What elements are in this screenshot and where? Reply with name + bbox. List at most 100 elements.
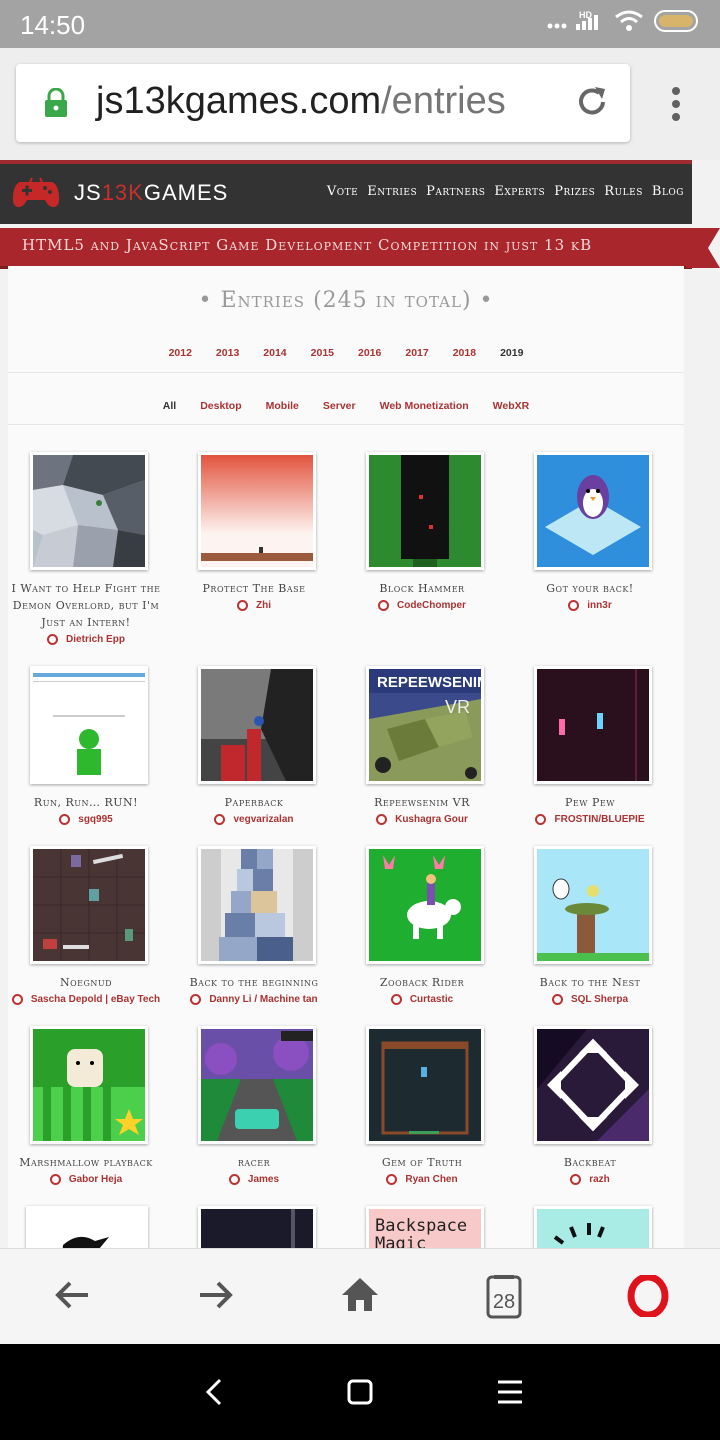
entry-author[interactable]: Curtastic <box>338 994 506 1005</box>
battery-icon <box>654 9 700 38</box>
author-circle-icon <box>11 994 23 1005</box>
home-icon[interactable] <box>340 1275 380 1320</box>
entry-thumbnail[interactable] <box>198 1206 316 1248</box>
overflow-menu-icon[interactable] <box>664 86 688 127</box>
category-web-monetization[interactable]: Web Monetization <box>380 400 469 412</box>
entry-author[interactable]: inn3r <box>506 600 674 611</box>
author-circle-icon <box>59 814 71 825</box>
gamepad-logo-icon[interactable] <box>12 176 60 215</box>
entry-thumbnail[interactable] <box>30 452 148 570</box>
entry-title[interactable]: Back to the beginning <box>170 974 338 991</box>
tabs-icon[interactable]: 28 <box>484 1275 524 1324</box>
nav-blog[interactable]: Blog <box>652 184 684 199</box>
entry-author[interactable]: FROSTIN/BLUEPIE <box>506 814 674 825</box>
entry-thumbnail[interactable] <box>534 1206 652 1248</box>
entry-author[interactable]: sgq995 <box>2 814 170 825</box>
entry-author[interactable]: vegvarizalan <box>170 814 338 825</box>
entry-title[interactable]: Zooback Rider <box>338 974 506 991</box>
category-all[interactable]: All <box>163 400 176 412</box>
entry-author[interactable]: CodeChomper <box>338 600 506 611</box>
year-2019[interactable]: 2019 <box>500 347 523 359</box>
entry-thumbnail[interactable] <box>366 846 484 964</box>
system-home-icon[interactable] <box>346 1378 374 1411</box>
forward-arrow-icon[interactable] <box>196 1275 236 1320</box>
entry-thumbnail[interactable]: REPEEWSENIM VR <box>366 666 484 784</box>
year-2013[interactable]: 2013 <box>216 347 239 359</box>
entry-thumbnail[interactable] <box>198 846 316 964</box>
entry-title[interactable]: Gem of Truth <box>338 1154 506 1171</box>
entry-title[interactable]: Noegnud <box>2 974 170 991</box>
entry-thumbnail[interactable] <box>198 1026 316 1144</box>
year-2018[interactable]: 2018 <box>453 347 476 359</box>
entry-thumbnail[interactable] <box>534 452 652 570</box>
nav-entries[interactable]: Entries <box>367 184 417 199</box>
site-logo[interactable]: JS13KGAMES <box>74 180 228 206</box>
entry-author[interactable]: SQL Sherpa <box>506 994 674 1005</box>
system-navigation-bar <box>0 1344 720 1440</box>
entry-thumbnail[interactable] <box>534 846 652 964</box>
divider <box>8 424 684 425</box>
entry-title[interactable]: Run, Run… RUN! <box>2 794 170 811</box>
entry-author[interactable]: Gabor Heja <box>2 1174 170 1185</box>
entry-title[interactable]: Marshmallow playback <box>2 1154 170 1171</box>
entry-author[interactable]: Zhi <box>170 600 338 611</box>
entry-title[interactable]: racer <box>170 1154 338 1171</box>
entry-author[interactable]: James <box>170 1174 338 1185</box>
entry-thumbnail[interactable] <box>534 1026 652 1144</box>
back-arrow-icon[interactable] <box>52 1275 92 1320</box>
entry-thumbnail[interactable] <box>534 666 652 784</box>
year-2014[interactable]: 2014 <box>263 347 286 359</box>
competition-banner: HTML5 and JavaScript Game Development Co… <box>0 228 692 269</box>
nav-rules[interactable]: Rules <box>604 184 643 199</box>
nav-vote[interactable]: Vote <box>327 184 358 199</box>
url-text[interactable]: js13kgames.com/entries <box>96 80 506 123</box>
entry-author[interactable]: razh <box>506 1174 674 1185</box>
category-server[interactable]: Server <box>323 400 356 412</box>
year-2012[interactable]: 2012 <box>169 347 192 359</box>
category-mobile[interactable]: Mobile <box>266 400 299 412</box>
reload-icon[interactable] <box>574 84 610 125</box>
category-desktop[interactable]: Desktop <box>200 400 241 412</box>
year-2016[interactable]: 2016 <box>358 347 381 359</box>
opera-menu-icon[interactable] <box>627 1273 669 1322</box>
entry-title[interactable]: Back to the Nest <box>506 974 674 991</box>
entry-thumbnail[interactable] <box>30 846 148 964</box>
address-bar[interactable]: js13kgames.com/entries <box>16 64 630 142</box>
system-back-icon[interactable] <box>200 1378 228 1411</box>
entry-thumbnail[interactable]: Backspace Magic <box>366 1206 484 1248</box>
status-bar: 14:50 HD <box>0 0 720 48</box>
author-circle-icon <box>376 814 388 825</box>
entry-author[interactable]: Ryan Chen <box>338 1174 506 1185</box>
entry-thumbnail[interactable] <box>198 666 316 784</box>
author-circle-icon <box>551 994 563 1005</box>
entry-author[interactable]: Dietrich Epp <box>2 634 170 645</box>
entry-thumbnail[interactable] <box>366 1026 484 1144</box>
entry-thumbnail[interactable] <box>30 666 148 784</box>
entry-title[interactable]: Repeewsenim VR <box>338 794 506 811</box>
nav-partners[interactable]: Partners <box>426 184 485 199</box>
entry-thumbnail[interactable] <box>26 1206 148 1248</box>
entry-title[interactable]: Paperback <box>170 794 338 811</box>
divider <box>8 372 684 373</box>
year-2017[interactable]: 2017 <box>405 347 428 359</box>
banner-ribbon-tail <box>686 228 720 275</box>
entry-title[interactable]: Block Hammer <box>338 580 506 597</box>
entry-title[interactable]: Protect The Base <box>170 580 338 597</box>
entry-title[interactable]: Got your back! <box>506 580 674 597</box>
entry-author[interactable]: Kushagra Gour <box>338 814 506 825</box>
entry-thumbnail[interactable] <box>366 452 484 570</box>
author-circle-icon <box>190 994 202 1005</box>
nav-prizes[interactable]: Prizes <box>554 184 595 199</box>
entry-author[interactable]: Danny Li / Machine tan <box>170 994 338 1005</box>
url-domain: js13kgames.com <box>96 80 382 122</box>
entry-title[interactable]: I Want to Help Fight the Demon Overlord,… <box>2 580 170 631</box>
entry-thumbnail[interactable] <box>198 452 316 570</box>
category-webxr[interactable]: WebXR <box>493 400 530 412</box>
nav-experts[interactable]: Experts <box>494 184 545 199</box>
entry-author[interactable]: Sascha Depold | eBay Tech <box>2 994 170 1005</box>
year-2015[interactable]: 2015 <box>311 347 334 359</box>
entry-thumbnail[interactable] <box>30 1026 148 1144</box>
entry-title[interactable]: Backbeat <box>506 1154 674 1171</box>
entry-title[interactable]: Pew Pew <box>506 794 674 811</box>
system-menu-icon[interactable] <box>496 1378 524 1411</box>
